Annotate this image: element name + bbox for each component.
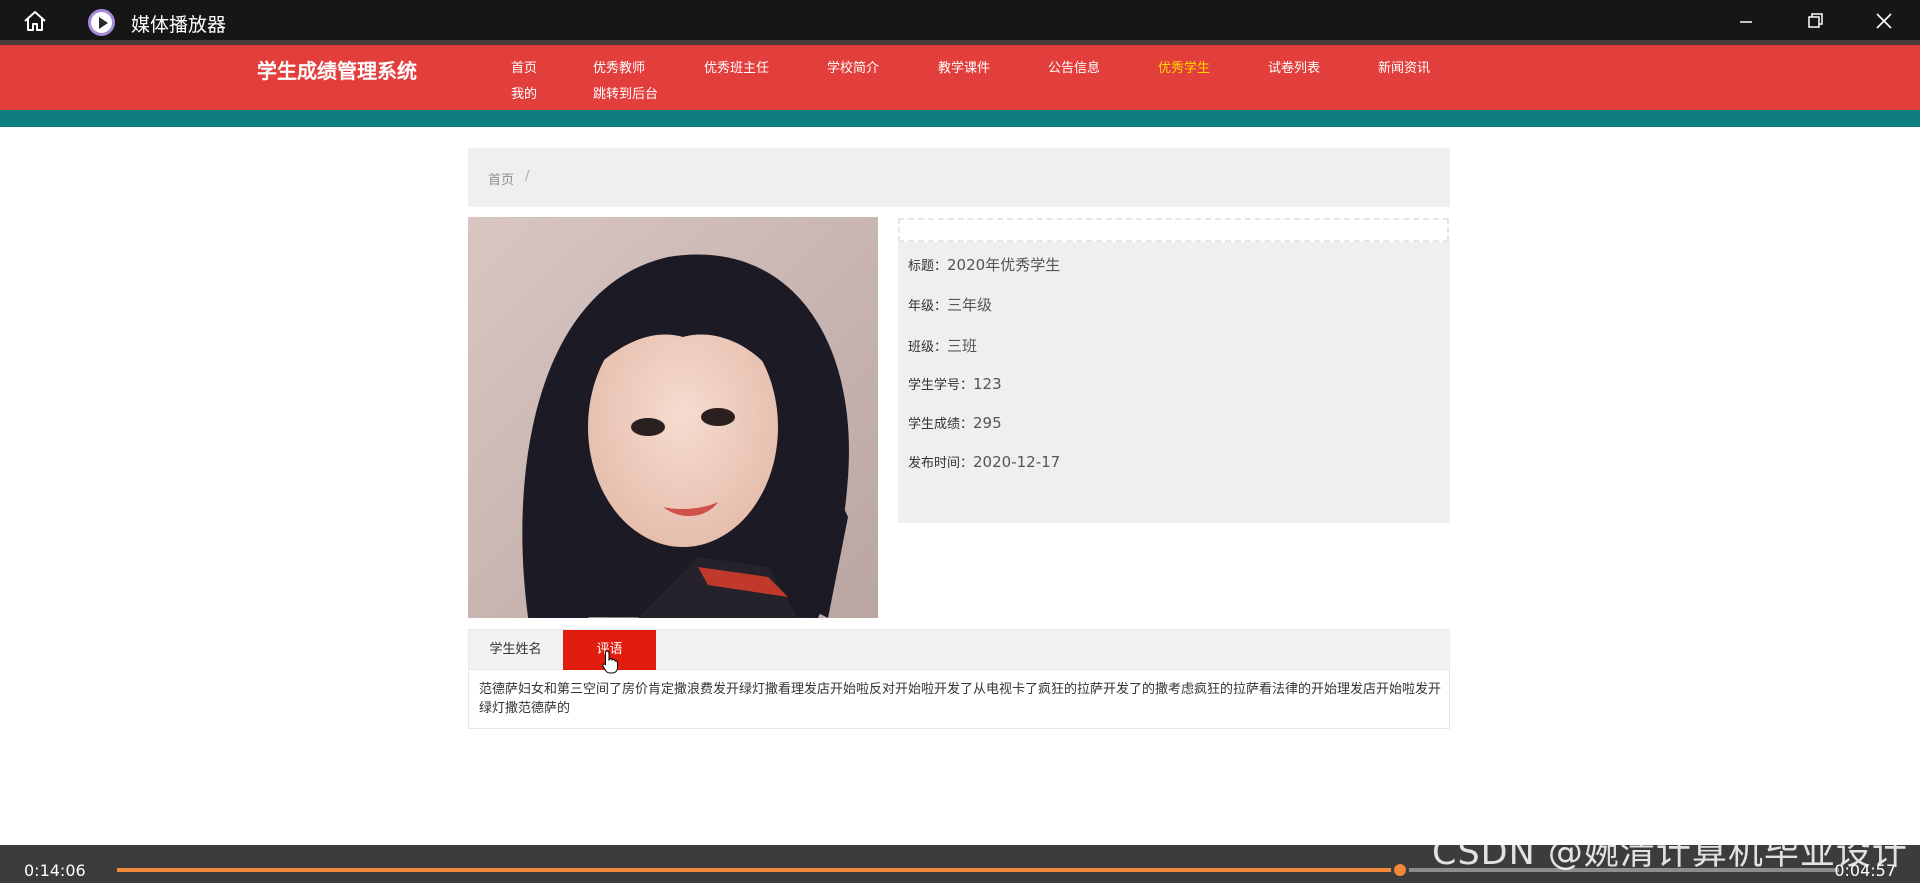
detail-value: 2020-12-17	[973, 453, 1061, 471]
tab-content: 范德萨妇女和第三空间了房价肯定撒浪费发开绿灯撒看理发店开始啦反对开始啦开发了从电…	[479, 682, 1442, 716]
student-photo	[468, 217, 878, 618]
nav-announcements[interactable]: 公告信息	[1048, 57, 1100, 76]
close-icon[interactable]	[1871, 8, 1897, 34]
hand-cursor-icon	[602, 650, 618, 674]
restore-icon[interactable]	[1802, 8, 1828, 34]
detail-label: 学生学号：	[908, 378, 974, 393]
detail-label: 标题：	[908, 259, 948, 274]
detail-value: 295	[973, 414, 1002, 432]
header-band	[0, 110, 1920, 127]
window-title: 媒体播放器	[131, 14, 227, 36]
breadcrumb: 首页 /	[468, 148, 1450, 207]
nav-admin[interactable]: 跳转到后台	[593, 83, 658, 102]
detail-value: 2020年优秀学生	[947, 256, 1061, 274]
media-player-icon	[88, 9, 115, 36]
detail-student-id-row: 学生学号：123	[908, 374, 1002, 393]
nav-mine[interactable]: 我的	[511, 83, 537, 102]
detail-header-strip	[898, 218, 1449, 242]
detail-publish-date-row: 发布时间：2020-12-17	[908, 452, 1060, 471]
nav-excellent-teachers[interactable]: 优秀教师	[593, 57, 645, 76]
nav-school-intro[interactable]: 学校简介	[827, 57, 879, 76]
detail-grade-row: 年级：三年级	[908, 294, 992, 315]
detail-score-row: 学生成绩：295	[908, 413, 1002, 432]
detail-value: 三班	[947, 337, 978, 355]
seek-handle[interactable]	[1390, 861, 1409, 879]
nav-courseware[interactable]: 教学课件	[938, 57, 990, 76]
detail-label: 发布时间：	[908, 456, 974, 471]
site-brand[interactable]: 学生成绩管理系统	[257, 55, 417, 84]
breadcrumb-separator: /	[525, 169, 530, 184]
tabs-container: 学生姓名 评语 范德萨妇女和第三空间了房价肯定撒浪费发开绿灯撒看理发店开始啦反对…	[468, 629, 1450, 729]
detail-panel: 标题：2020年优秀学生 年级：三年级 班级：三班 学生学号：123 学生成绩：…	[898, 242, 1450, 523]
home-icon[interactable]	[22, 10, 48, 32]
elapsed-time: 0:14:06	[24, 861, 86, 880]
csdn-watermark: CSDN @婉清计算机毕业设计	[1432, 833, 1908, 873]
minimize-icon[interactable]	[1733, 8, 1759, 34]
detail-value: 123	[973, 375, 1002, 393]
nav-excellent-head-teachers[interactable]: 优秀班主任	[704, 57, 769, 76]
tab-student-name[interactable]: 学生姓名	[469, 630, 562, 670]
nav-exam-papers[interactable]: 试卷列表	[1268, 57, 1320, 76]
breadcrumb-home[interactable]: 首页	[488, 169, 514, 188]
detail-class-row: 班级：三班	[908, 335, 977, 356]
nav-news[interactable]: 新闻资讯	[1378, 57, 1430, 76]
nav-excellent-students[interactable]: 优秀学生	[1158, 57, 1210, 76]
student-photo-illustration	[468, 217, 878, 618]
detail-title-row: 标题：2020年优秀学生	[908, 254, 1060, 275]
player-titlebar: 媒体播放器	[0, 0, 1920, 40]
detail-value: 三年级	[947, 296, 993, 314]
detail-label: 年级：	[908, 299, 948, 314]
detail-label: 班级：	[908, 340, 948, 355]
nav-home[interactable]: 首页	[511, 57, 537, 76]
detail-label: 学生成绩：	[908, 417, 974, 432]
site-header: 学生成绩管理系统 首页 优秀教师 优秀班主任 学校简介 教学课件 公告信息 优秀…	[0, 40, 1920, 110]
seek-bar-fill	[117, 868, 1400, 872]
